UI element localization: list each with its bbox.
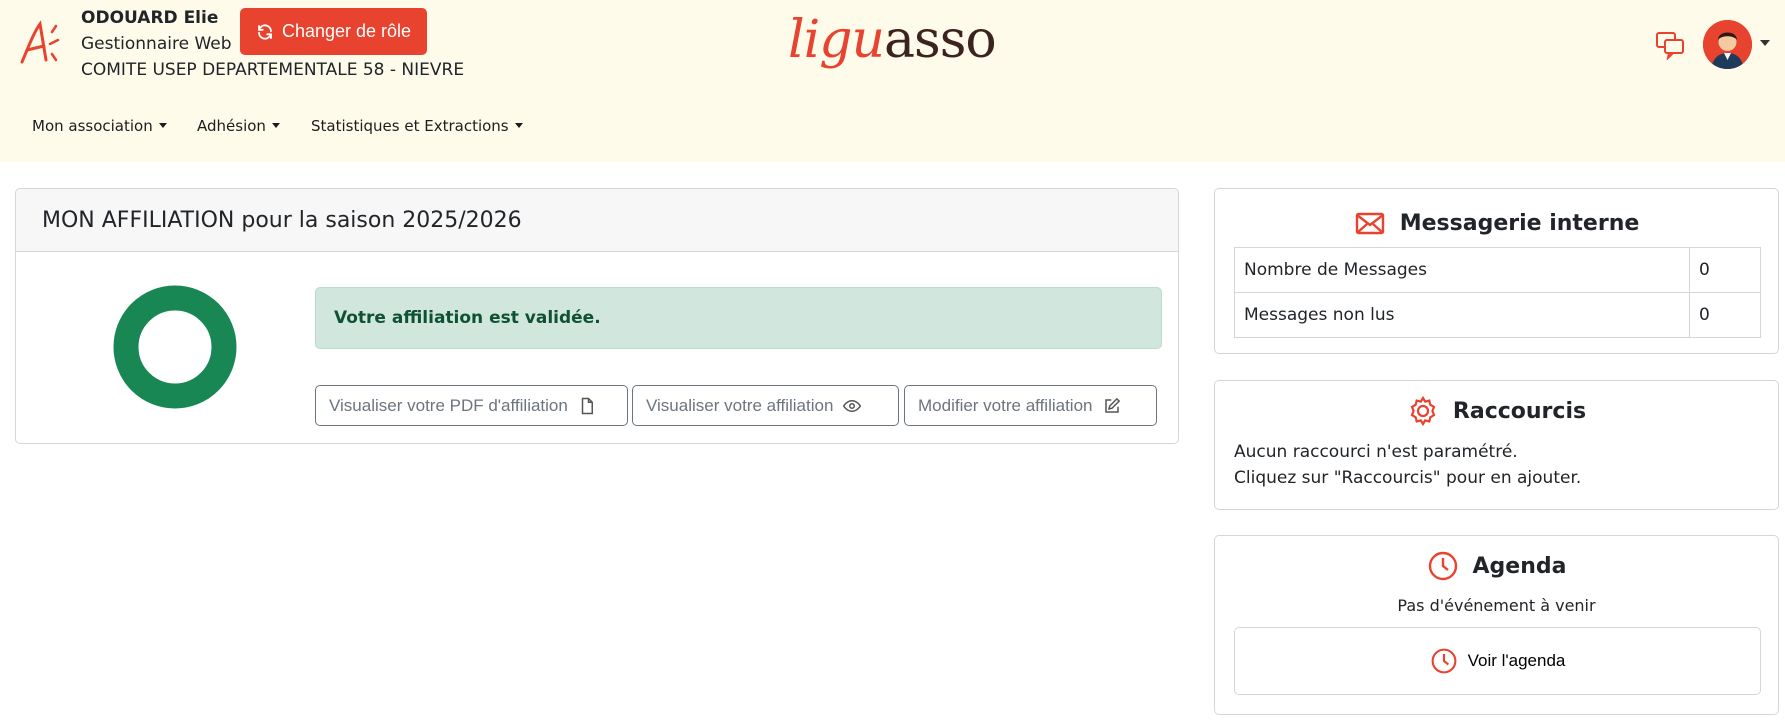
messaging-card-title: Messagerie interne [1215, 207, 1778, 239]
shortcuts-title: Raccourcis [1452, 398, 1587, 424]
gear-icon [1410, 395, 1436, 427]
messaging-table: Nombre de Messages 0 Messages non lus 0 [1234, 247, 1761, 338]
table-row: Nombre de Messages 0 [1234, 247, 1761, 293]
agenda-title: Agenda [1472, 553, 1567, 579]
brand-part2: asso [884, 10, 997, 70]
shortcuts-card-title[interactable]: Raccourcis [1215, 395, 1778, 427]
nav-adhesion[interactable]: Adhésion [197, 117, 280, 135]
envelope-icon [1355, 212, 1384, 235]
nav-statistiques[interactable]: Statistiques et Extractions [311, 117, 523, 135]
shortcuts-line2: Cliquez sur "Raccourcis" pour en ajouter… [1234, 468, 1582, 488]
affiliation-progress-donut [113, 285, 237, 409]
user-role: Gestionnaire Web [81, 34, 232, 54]
chevron-down-icon[interactable] [1760, 40, 1770, 46]
top-header: ODOUARD Elie Gestionnaire Web COMITE USE… [0, 0, 1785, 162]
messages-unread-value: 0 [1689, 292, 1761, 338]
affiliation-status-text: Votre affiliation est validée. [334, 308, 601, 328]
affiliation-title: MON AFFILIATION pour la saison 2025/2026 [42, 207, 522, 233]
refresh-icon [258, 23, 272, 40]
messaging-card: Messagerie interne Nombre de Messages 0 … [1214, 188, 1779, 354]
nav-mon-association[interactable]: Mon association [32, 117, 167, 135]
affiliation-card: MON AFFILIATION pour la saison 2025/2026… [15, 188, 1179, 444]
change-role-label: Changer de rôle [281, 21, 412, 41]
user-name: ODOUARD Elie [81, 8, 219, 28]
edit-icon [1104, 397, 1120, 413]
change-role-button[interactable]: Changer de rôle [240, 8, 427, 55]
chat-bubbles-icon[interactable] [1655, 30, 1685, 60]
table-row: Messages non lus 0 [1234, 292, 1761, 338]
eye-icon [843, 399, 862, 412]
affiliation-status-alert: Votre affiliation est validée. [315, 287, 1162, 349]
agenda-card-title: Agenda [1215, 550, 1778, 582]
user-organization: COMITE USEP DEPARTEMENTALE 58 - NIEVRE [81, 60, 465, 80]
brand-part1: ligu [788, 10, 885, 70]
view-affiliation-button[interactable]: Visualiser votre affiliation [632, 385, 899, 426]
view-agenda-label: Voir l'agenda [1467, 651, 1566, 670]
view-pdf-button[interactable]: Visualiser votre PDF d'affiliation [315, 385, 628, 426]
user-avatar[interactable] [1703, 20, 1752, 69]
clock-icon [1431, 648, 1457, 674]
agenda-empty-text: Pas d'événement à venir [1397, 596, 1596, 615]
edit-affiliation-label: Modifier votre affiliation [918, 395, 1093, 415]
file-icon [581, 397, 593, 414]
ligue-logo-icon[interactable] [18, 18, 64, 68]
shortcuts-empty-text: Aucun raccourci n'est paramétré. Cliquez… [1234, 439, 1581, 491]
avatar-person-icon [1703, 20, 1752, 69]
messaging-title: Messagerie interne [1399, 210, 1640, 236]
shortcuts-card: Raccourcis Aucun raccourci n'est paramét… [1214, 380, 1779, 510]
affiliation-card-header: MON AFFILIATION pour la saison 2025/2026 [16, 189, 1178, 252]
liguasso-logo[interactable]: liguasso [788, 10, 997, 70]
messages-count-label: Nombre de Messages [1234, 247, 1690, 293]
messages-count-value: 0 [1689, 247, 1761, 293]
shortcuts-line1: Aucun raccourci n'est paramétré. [1234, 442, 1518, 462]
edit-affiliation-button[interactable]: Modifier votre affiliation [904, 385, 1157, 426]
messages-unread-label: Messages non lus [1234, 292, 1690, 338]
clock-icon [1428, 551, 1457, 581]
view-affiliation-label: Visualiser votre affiliation [646, 395, 834, 415]
view-agenda-button[interactable]: Voir l'agenda [1234, 627, 1761, 695]
view-pdf-label: Visualiser votre PDF d'affiliation [329, 395, 568, 415]
agenda-card: Agenda Pas d'événement à venir Voir l'ag… [1214, 535, 1779, 715]
